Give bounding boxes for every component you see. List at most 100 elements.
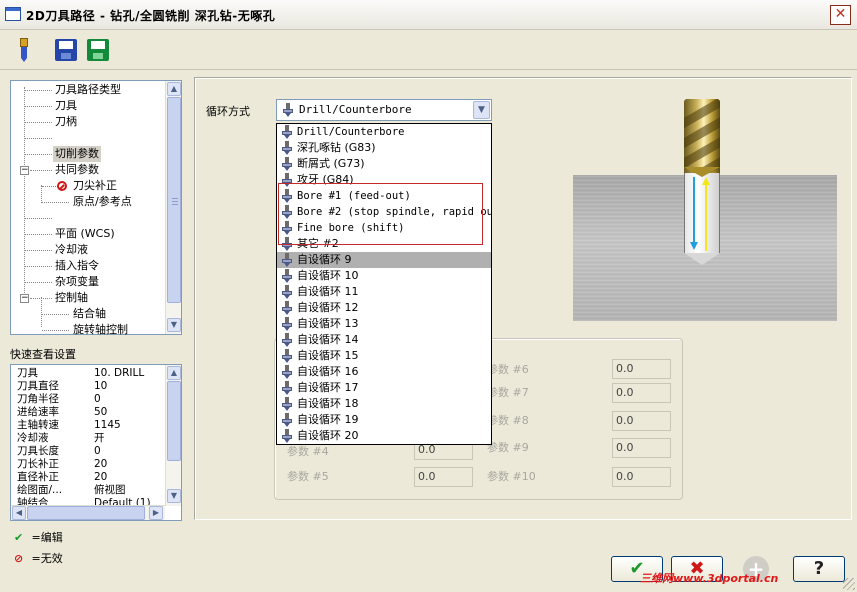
cycle-option[interactable]: 自设循环 11 <box>277 284 491 300</box>
param-label: 参数 #10 <box>487 470 536 483</box>
cycle-select[interactable]: Drill/Counterbore ▼ <box>276 99 492 121</box>
scroll-left-icon[interactable]: ◀ <box>12 506 26 520</box>
drill-cycle-icon <box>280 397 294 411</box>
param-label: 参数 #4 <box>287 445 329 458</box>
drill-bit-illustration <box>684 99 720 173</box>
param-label: 参数 #5 <box>287 470 329 483</box>
drill-cycle-icon <box>280 125 294 139</box>
param-input: 0.0 <box>414 467 473 487</box>
drill-cycle-icon <box>280 157 294 171</box>
cycle-option[interactable]: 自设循环 9 <box>277 252 491 268</box>
title-bar: 2D刀具路径 - 钻孔/全圆铣削 深孔钻-无啄孔 ✕ <box>0 0 857 30</box>
scroll-thumb[interactable] <box>27 506 145 520</box>
drill-cycle-icon <box>280 301 294 315</box>
quick-settings-vscroll[interactable]: ▲ ▼ <box>165 365 181 506</box>
tree-item-holder[interactable]: 刀柄 <box>55 114 77 130</box>
tree-scrollbar[interactable]: ▲ ▼ <box>165 81 181 334</box>
drill-cycle-icon <box>280 413 294 427</box>
drill-cycle-icon <box>280 333 294 347</box>
drill-cycle-icon <box>280 141 294 155</box>
param-label: 参数 #8 <box>487 414 529 427</box>
cycle-option[interactable]: 自设循环 19 <box>277 412 491 428</box>
legend-invalid: ⊘ =无效 <box>14 550 63 566</box>
cycle-option[interactable]: Bore #2 (stop spindle, rapid out) <box>277 204 491 220</box>
drill-cycle-icon <box>280 253 294 267</box>
save-icon[interactable] <box>54 38 78 62</box>
scroll-down-icon[interactable]: ▼ <box>167 318 181 332</box>
cycle-option[interactable]: 攻牙 (G84) <box>277 172 491 188</box>
param-input: 0.0 <box>612 438 671 458</box>
drill-tip-illustration <box>684 167 720 177</box>
drill-cycle-icon <box>281 103 295 117</box>
tree-item-plane-wcs[interactable]: 平面 (WCS) <box>55 226 115 242</box>
param-input: 0.0 <box>612 467 671 487</box>
quick-settings-hscroll[interactable]: ◀ ▶ <box>11 505 165 520</box>
drill-cycle-icon <box>280 205 294 219</box>
cycle-option[interactable]: 自设循环 18 <box>277 396 491 412</box>
scroll-up-icon[interactable]: ▲ <box>167 366 181 380</box>
collapse-toggle[interactable]: − <box>20 166 29 175</box>
tree-item-common-params[interactable]: 共同参数 <box>55 162 99 178</box>
cycle-option[interactable]: 深孔啄钻 (G83) <box>277 140 491 156</box>
tree-item-insert-codes[interactable]: 插入指令 <box>55 258 99 274</box>
tree-item-toolpath-type[interactable]: 刀具路径类型 <box>55 82 121 98</box>
invalid-icon: ⊘ <box>14 552 24 565</box>
tree-item-axis-combination[interactable]: 结合轴 <box>73 306 106 322</box>
drill-tool-icon[interactable] <box>12 38 36 62</box>
feed-arrow-icon <box>693 177 695 243</box>
cycle-option[interactable]: 自设循环 16 <box>277 364 491 380</box>
cycle-option[interactable]: Fine bore (shift) <box>277 220 491 236</box>
cycle-option[interactable]: 自设循环 13 <box>277 316 491 332</box>
scroll-thumb[interactable] <box>167 381 181 461</box>
window-title: 2D刀具路径 - 钻孔/全圆铣削 深孔钻-无啄孔 <box>26 9 276 23</box>
toolbar <box>0 30 857 70</box>
quick-settings-title: 快速查看设置 <box>10 348 76 361</box>
save-as-icon[interactable] <box>86 38 110 62</box>
cycle-option[interactable]: Bore #1 (feed-out) <box>277 188 491 204</box>
tree-item-misc-values[interactable]: 杂项变量 <box>55 274 99 290</box>
tree-item-tool[interactable]: 刀具 <box>55 98 77 114</box>
drill-cycle-icon <box>280 429 294 443</box>
chevron-down-icon[interactable]: ▼ <box>473 101 490 119</box>
drill-cycle-icon <box>280 381 294 395</box>
watermark: 三维网www.3dportal.cn <box>640 572 779 585</box>
drill-cycle-icon <box>280 189 294 203</box>
tree-item-origin-ref[interactable]: 原点/参考点 <box>73 194 132 210</box>
close-button[interactable]: ✕ <box>830 5 851 25</box>
resize-grip[interactable] <box>843 578 855 590</box>
scroll-right-icon[interactable]: ▶ <box>149 506 163 520</box>
drill-cycle-icon <box>280 237 294 251</box>
drill-cycle-icon <box>280 365 294 379</box>
scroll-thumb[interactable] <box>167 97 181 303</box>
param-label: 参数 #6 <box>487 363 529 376</box>
cycle-option[interactable]: 自设循环 12 <box>277 300 491 316</box>
tree-item-rotary-axis[interactable]: 旋转轴控制 <box>73 322 128 338</box>
feed-arrowhead-icon <box>690 242 698 250</box>
drill-cycle-icon <box>280 173 294 187</box>
invalid-icon <box>57 181 67 191</box>
tree-item-tip-comp[interactable]: 刀尖补正 <box>73 178 117 194</box>
drill-cycle-icon <box>280 317 294 331</box>
hole-tip-illustration <box>684 253 720 265</box>
drill-cycle-icon <box>280 221 294 235</box>
collapse-toggle[interactable]: − <box>20 294 29 303</box>
drill-cycle-icon <box>280 349 294 363</box>
tree-item-axis-control[interactable]: 控制轴 <box>55 290 88 306</box>
cycle-option[interactable]: 自设循环 15 <box>277 348 491 364</box>
cycle-option[interactable]: 自设循环 10 <box>277 268 491 284</box>
parameter-tree: 刀具路径类型 刀具 刀柄 切削参数 − 共同参数 刀尖补正 原点/参考点 平面 … <box>10 80 182 338</box>
cycle-option[interactable]: 自设循环 17 <box>277 380 491 396</box>
cycle-option[interactable]: 其它 #2 <box>277 236 491 252</box>
cycle-option[interactable]: Drill/Counterbore <box>277 124 491 140</box>
cycle-option[interactable]: 自设循环 14 <box>277 332 491 348</box>
scroll-up-icon[interactable]: ▲ <box>167 82 181 96</box>
cycle-option[interactable]: 自设循环 20 <box>277 428 491 444</box>
help-button[interactable]: ? <box>793 556 845 582</box>
cycle-label: 循环方式 <box>206 105 250 118</box>
retract-arrow-icon <box>705 185 707 251</box>
tree-item-coolant[interactable]: 冷却液 <box>55 242 88 258</box>
tree-item-cut-params[interactable]: 切削参数 <box>53 146 101 162</box>
scroll-down-icon[interactable]: ▼ <box>167 489 181 503</box>
cycle-option[interactable]: 断屑式 (G73) <box>277 156 491 172</box>
param-input: 0.0 <box>612 359 671 379</box>
